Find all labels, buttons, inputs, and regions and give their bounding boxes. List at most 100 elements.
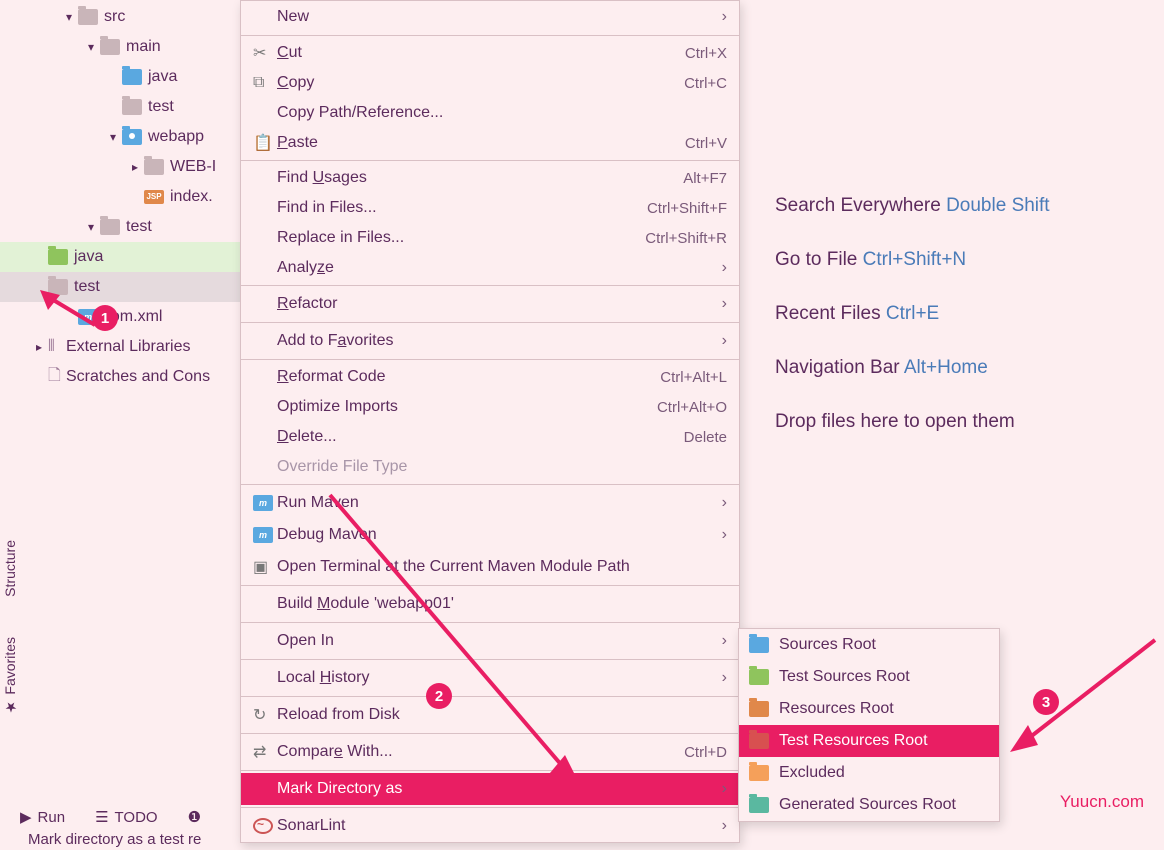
chevron-right-icon: › (722, 669, 727, 687)
project-tree[interactable]: ▾src ▾main java test ▾webapp ▸WEB-I JSPi… (30, 2, 240, 392)
chevron-down-icon: ▾ (82, 40, 100, 54)
source-folder-icon (122, 69, 142, 85)
diff-icon: ⇄ (253, 742, 277, 762)
separator (241, 359, 739, 360)
menu-copy-path[interactable]: Copy Path/Reference... (241, 98, 739, 128)
structure-tab[interactable]: Structure (2, 540, 18, 597)
tree-test-selected[interactable]: test (0, 272, 250, 302)
separator (241, 622, 739, 623)
folder-icon (48, 279, 68, 295)
annotation-3: 3 (1033, 689, 1059, 715)
web-folder-icon (122, 129, 142, 145)
problems-tool-window[interactable]: ❶ (188, 808, 201, 826)
arrow-icon-3 (1000, 630, 1164, 760)
excluded-folder-icon (749, 765, 769, 781)
jsp-icon: JSP (144, 190, 164, 204)
submenu-test-sources-root[interactable]: Test Sources Root (739, 661, 999, 693)
reload-icon: ↻ (253, 705, 277, 725)
menu-reload[interactable]: ↻Reload from Disk (241, 699, 739, 731)
tree-test[interactable]: test (30, 92, 240, 122)
tree-ext-libs[interactable]: ▸⫴External Libraries (30, 332, 240, 362)
chevron-right-icon: ▸ (30, 340, 48, 354)
separator (241, 696, 739, 697)
chevron-down-icon: ▾ (60, 10, 78, 24)
chevron-down-icon: ▾ (82, 220, 100, 234)
hint-goto: Go to File Ctrl+Shift+N (775, 249, 1050, 271)
tree-java-test[interactable]: java (0, 242, 250, 272)
chevron-right-icon: › (722, 259, 727, 277)
menu-new[interactable]: New› (241, 1, 739, 33)
test-source-folder-icon (749, 669, 769, 685)
tree-webapp[interactable]: ▾webapp (30, 122, 240, 152)
annotation-1: 1 (92, 305, 118, 331)
menu-delete[interactable]: Delete...Delete (241, 422, 739, 452)
library-icon: ⫴ (48, 338, 66, 356)
chevron-down-icon: ▾ (104, 130, 122, 144)
separator (241, 733, 739, 734)
cut-icon: ✂ (253, 43, 277, 63)
submenu-excluded[interactable]: Excluded (739, 757, 999, 789)
todo-icon: ☰ (95, 808, 108, 826)
folder-icon (100, 219, 120, 235)
chevron-right-icon: › (722, 332, 727, 350)
menu-replace-in-files[interactable]: Replace in Files...Ctrl+Shift+R (241, 223, 739, 253)
maven-icon: m (253, 495, 273, 511)
menu-analyze[interactable]: Analyze› (241, 253, 739, 283)
tree-pom[interactable]: mpom.xml (30, 302, 240, 332)
test-resources-folder-icon (749, 733, 769, 749)
terminal-icon: ▣ (253, 557, 277, 577)
run-icon: ▶ (20, 808, 32, 826)
separator (241, 770, 739, 771)
chevron-right-icon: › (722, 494, 727, 512)
maven-debug-icon: m (253, 527, 273, 543)
test-source-folder-icon (48, 249, 68, 265)
menu-build-module[interactable]: Build Module 'webapp01' (241, 588, 739, 620)
tree-java[interactable]: java (30, 62, 240, 92)
menu-paste[interactable]: 📋PasteCtrl+V (241, 128, 739, 158)
source-folder-icon (749, 637, 769, 653)
tree-index[interactable]: JSPindex. (30, 182, 240, 212)
hint-nav: Navigation Bar Alt+Home (775, 357, 1050, 379)
menu-refactor[interactable]: Refactor› (241, 288, 739, 320)
menu-copy[interactable]: ⧉CopyCtrl+C (241, 68, 739, 98)
separator (241, 160, 739, 161)
todo-tool-window[interactable]: ☰TODO (95, 808, 158, 826)
submenu-resources-root[interactable]: Resources Root (739, 693, 999, 725)
menu-open-in[interactable]: Open In› (241, 625, 739, 657)
favorites-tab[interactable]: ★ Favorites (2, 637, 18, 715)
menu-cut[interactable]: ✂CutCtrl+X (241, 38, 739, 68)
tree-webinf[interactable]: ▸WEB-I (30, 152, 240, 182)
menu-run-maven[interactable]: mRun Maven› (241, 487, 739, 519)
hint-recent: Recent Files Ctrl+E (775, 303, 1050, 325)
menu-compare[interactable]: ⇄Compare With...Ctrl+D (241, 736, 739, 768)
scratch-icon: 🗋 (48, 364, 66, 391)
tree-scratches[interactable]: 🗋Scratches and Cons (30, 362, 240, 392)
menu-mark-directory[interactable]: Mark Directory as› (241, 773, 739, 805)
separator (241, 585, 739, 586)
menu-open-terminal[interactable]: ▣Open Terminal at the Current Maven Modu… (241, 551, 739, 583)
context-menu: New› ✂CutCtrl+X ⧉CopyCtrl+C Copy Path/Re… (240, 0, 740, 843)
menu-add-favorites[interactable]: Add to Favorites› (241, 325, 739, 357)
menu-debug-maven[interactable]: mDebug Maven› (241, 519, 739, 551)
menu-local-history[interactable]: Local History› (241, 662, 739, 694)
menu-find-usages[interactable]: Find UsagesAlt+F7 (241, 163, 739, 193)
separator (241, 35, 739, 36)
submenu-sources-root[interactable]: Sources Root (739, 629, 999, 661)
problems-icon: ❶ (188, 808, 201, 826)
tree-main[interactable]: ▾main (30, 32, 240, 62)
submenu-test-resources-root[interactable]: Test Resources Root (739, 725, 999, 757)
folder-icon (122, 99, 142, 115)
tree-src[interactable]: ▾src (30, 2, 240, 32)
tree-test-folder[interactable]: ▾test (30, 212, 240, 242)
menu-optimize-imports[interactable]: Optimize ImportsCtrl+Alt+O (241, 392, 739, 422)
menu-find-in-files[interactable]: Find in Files...Ctrl+Shift+F (241, 193, 739, 223)
menu-override-file-type[interactable]: Override File Type (241, 452, 739, 482)
resources-folder-icon (749, 701, 769, 717)
folder-icon (144, 159, 164, 175)
menu-reformat[interactable]: Reformat CodeCtrl+Alt+L (241, 362, 739, 392)
hint-drop: Drop files here to open them (775, 411, 1050, 433)
hint-search: Search Everywhere Double Shift (775, 195, 1050, 217)
run-tool-window[interactable]: ▶Run (20, 808, 65, 826)
status-bar-text: Mark directory as a test re (28, 831, 201, 848)
separator (241, 659, 739, 660)
